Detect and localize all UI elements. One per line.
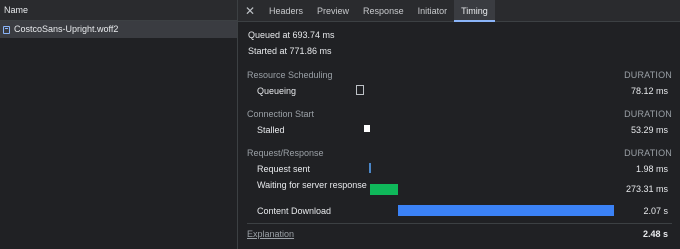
duration-header: DURATION bbox=[624, 148, 672, 158]
row-value-request-sent: 1.98 ms bbox=[635, 164, 668, 174]
queueing-bar bbox=[356, 85, 364, 95]
duration-header: DURATION bbox=[624, 70, 672, 80]
request-sent-bar bbox=[369, 163, 371, 173]
devtools-network-panel: Name CostcoSans-Upright.woff2 ✕ Headers … bbox=[0, 0, 680, 249]
divider bbox=[247, 223, 672, 224]
tab-response[interactable]: Response bbox=[356, 0, 411, 21]
file-icon bbox=[3, 25, 10, 34]
total-duration: 2.48 s bbox=[642, 229, 668, 239]
row-value-stalled: 53.29 ms bbox=[630, 125, 668, 135]
row-label-request-sent: Request sent bbox=[257, 164, 311, 174]
row-label-stalled: Stalled bbox=[257, 125, 285, 135]
section-title-resource-scheduling: Resource Scheduling bbox=[247, 70, 333, 80]
request-list: Name CostcoSans-Upright.woff2 bbox=[0, 0, 238, 249]
row-label-content-download: Content Download bbox=[257, 206, 332, 216]
explanation-link[interactable]: Explanation bbox=[247, 229, 294, 239]
stalled-bar bbox=[364, 125, 370, 132]
details-tabbar: ✕ Headers Preview Response Initiator Tim… bbox=[238, 0, 680, 22]
row-value-queueing: 78.12 ms bbox=[630, 86, 668, 96]
request-name: CostcoSans-Upright.woff2 bbox=[14, 24, 119, 34]
tab-preview[interactable]: Preview bbox=[310, 0, 356, 21]
tab-timing[interactable]: Timing bbox=[454, 0, 495, 22]
request-details: ✕ Headers Preview Response Initiator Tim… bbox=[238, 0, 680, 249]
started-at-text: Started at 771.86 ms bbox=[248, 46, 332, 56]
tab-headers[interactable]: Headers bbox=[262, 0, 310, 21]
name-column-header[interactable]: Name bbox=[0, 0, 237, 21]
content-download-bar bbox=[398, 205, 614, 216]
queued-at-text: Queued at 693.74 ms bbox=[248, 30, 335, 40]
duration-header: DURATION bbox=[624, 109, 672, 119]
row-label-queueing: Queueing bbox=[257, 86, 297, 96]
section-title-connection-start: Connection Start bbox=[247, 109, 315, 119]
section-title-request-response: Request/Response bbox=[247, 148, 324, 158]
close-icon[interactable]: ✕ bbox=[238, 0, 262, 21]
tab-initiator[interactable]: Initiator bbox=[411, 0, 455, 21]
row-value-waiting: 273.31 ms bbox=[625, 184, 668, 194]
request-row[interactable]: CostcoSans-Upright.woff2 bbox=[0, 21, 237, 38]
row-value-content-download: 2.07 s bbox=[643, 206, 668, 216]
waiting-bar bbox=[370, 184, 398, 195]
row-label-waiting: Waiting for server response bbox=[257, 180, 367, 190]
